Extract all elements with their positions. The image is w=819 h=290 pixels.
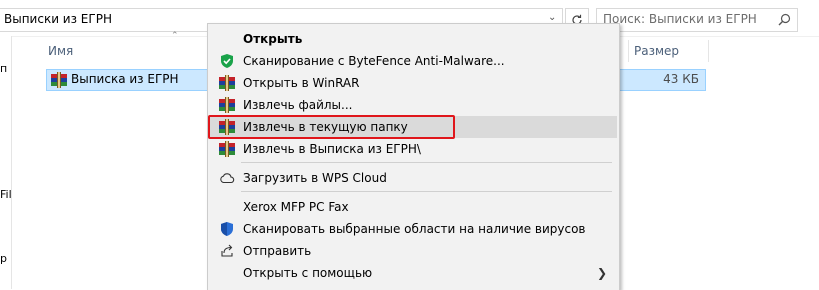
sort-ascending-icon: ⌃ — [171, 31, 179, 41]
menu-item-label: Открыть в WinRAR — [243, 76, 360, 90]
menu-separator — [241, 162, 612, 163]
winrar-icon — [219, 97, 235, 113]
menu-item-label: Открыть — [243, 32, 303, 46]
highlight-annotation — [208, 115, 455, 139]
menu-item-extract-files[interactable]: Извлечь файлы... — [210, 94, 617, 116]
pane-divider — [11, 36, 12, 289]
nav-pane-fragment[interactable]: Fil — [0, 188, 12, 201]
menu-item-label: Извлечь в Выписка из ЕГРН\ — [243, 142, 421, 156]
menu-item-label: Отправить — [243, 244, 312, 258]
menu-item-label: Xerox MFP PC Fax — [243, 200, 349, 214]
column-divider[interactable] — [708, 40, 709, 62]
menu-item-open-winrar[interactable]: Открыть в WinRAR — [210, 72, 617, 94]
chevron-down-icon[interactable]: ⌄ — [548, 12, 556, 23]
menu-item-xerox-fax[interactable]: Xerox MFP PC Fax — [210, 196, 617, 218]
search-placeholder: Поиск: Выписки из ЕГРН — [603, 12, 757, 26]
search-input[interactable]: Поиск: Выписки из ЕГРН — [596, 8, 798, 32]
menu-item-label: Сканировать выбранные области на наличие… — [243, 222, 586, 236]
menu-item-extract-to-folder[interactable]: Извлечь в Выписка из ЕГРН\ — [210, 138, 617, 160]
menu-item-open[interactable]: Открыть — [210, 28, 617, 50]
cloud-icon — [219, 170, 235, 186]
winrar-archive-icon — [51, 72, 67, 88]
bytefence-shield-icon — [219, 53, 235, 69]
menu-item-bytefence-scan[interactable]: Сканирование с ByteFence Anti-Malware... — [210, 50, 617, 72]
file-name: Выписка из ЕГРН — [71, 72, 179, 86]
menu-item-label: Извлечь файлы... — [243, 98, 353, 112]
column-header-size[interactable]: Размер — [634, 44, 679, 64]
menu-item-wps-cloud[interactable]: Загрузить в WPS Cloud — [210, 167, 617, 189]
defender-shield-icon — [219, 221, 235, 237]
winrar-icon — [219, 75, 235, 91]
address-path[interactable]: Выписки из ЕГРН — [4, 12, 112, 26]
context-menu: Открыть Сканирование с ByteFence Anti-Ma… — [207, 23, 620, 290]
menu-item-label: Сканирование с ByteFence Anti-Malware... — [243, 54, 505, 68]
file-size: 43 КБ — [663, 72, 699, 86]
menu-item-open-with[interactable]: Открыть с помощью ❯ — [210, 262, 617, 284]
nav-pane-fragment[interactable]: п — [0, 62, 7, 75]
menu-item-label: Открыть с помощью — [243, 266, 373, 280]
column-divider[interactable] — [628, 40, 629, 62]
menu-item-share[interactable]: Отправить — [210, 240, 617, 262]
share-icon — [219, 243, 235, 259]
winrar-icon — [219, 141, 235, 157]
menu-item-label: Загрузить в WPS Cloud — [243, 171, 387, 185]
chevron-right-icon: ❯ — [596, 266, 607, 280]
menu-separator — [241, 191, 612, 192]
search-icon — [778, 13, 791, 26]
nav-pane-fragment[interactable]: р — [0, 252, 7, 265]
column-header-name[interactable]: Имя — [48, 44, 73, 64]
menu-item-virus-scan[interactable]: Сканировать выбранные области на наличие… — [210, 218, 617, 240]
